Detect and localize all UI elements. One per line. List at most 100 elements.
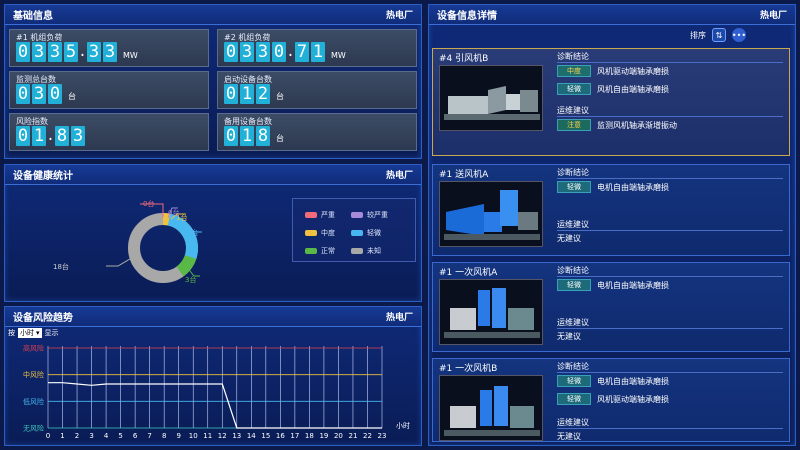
x-tick-label: 20 <box>334 432 343 440</box>
digit: 3 <box>256 42 270 62</box>
advice-title: 运维建议 <box>557 220 589 229</box>
digit: 8 <box>256 126 270 146</box>
donut-segment-medium <box>162 212 171 226</box>
device-card[interactable]: #1 一次风机A 诊断结论 轻微 电机自由端轴承磨损 运维建议 无建议 <box>432 262 790 352</box>
section-divider <box>557 328 783 329</box>
label-severe: 0台 <box>143 199 154 208</box>
basic-info-panel: 基础信息 热电厂 #1 机组负荷 0 3 3 5. 3 3 MW #2 机组负荷 0 3 3 0. 7 1 M… <box>4 4 422 159</box>
device-card[interactable]: #4 引风机B 诊断结论 中度 风机驱动端轴承磨损 轻微 风机自由端轴承磨损 运维建议 注意监… <box>432 48 790 156</box>
x-tick-label: 18 <box>305 432 314 440</box>
digit: 0 <box>16 126 30 146</box>
x-tick-label: 22 <box>363 432 372 440</box>
x-tick-label: 14 <box>247 432 256 440</box>
device-card[interactable]: #1 送风机A 诊断结论 轻微 电机自由端轴承磨损 运维建议 无建议 <box>432 164 790 256</box>
label-normal: 3台 <box>185 275 196 284</box>
label-light: 8台 <box>187 228 198 237</box>
donut-segment-light <box>167 213 198 259</box>
x-tick-label: 6 <box>133 432 138 440</box>
x-tick-label: 1 <box>60 432 64 440</box>
diagnosis-title: 诊断结论 <box>557 168 589 177</box>
info-card: 启动设备台数 0 1 2 台 <box>217 71 417 109</box>
section-divider <box>557 178 783 179</box>
info-card: 风险指数 0 1. 8 3 <box>9 113 209 151</box>
health-header: 设备健康统计 热电厂 <box>5 165 421 185</box>
severity-badge: 中度 <box>557 65 591 77</box>
label-unknown: 18台 <box>53 262 69 271</box>
panel-title: 基础信息 <box>13 11 53 22</box>
x-axis-label: 小时 <box>396 421 410 430</box>
legend-label: 轻微 <box>367 229 381 237</box>
digit: 1 <box>240 84 254 104</box>
digit-display: 012台 <box>224 84 284 104</box>
org-label: 热电厂 <box>759 11 787 21</box>
diagnosis-row: 轻微 风机驱动端轴承磨损 <box>557 393 669 405</box>
machine-illustration <box>440 280 542 344</box>
legend-swatch <box>351 248 363 254</box>
digit: . <box>78 44 87 60</box>
diagnosis-title: 诊断结论 <box>557 362 589 371</box>
unit-label: 台 <box>68 92 76 101</box>
x-tick-label: 17 <box>290 432 299 440</box>
machine-illustration <box>440 182 542 246</box>
digit: 8 <box>55 126 69 146</box>
panel-title: 设备健康统计 <box>13 171 73 182</box>
section-divider <box>557 372 783 373</box>
digit: 0 <box>16 42 30 62</box>
more-options-icon[interactable]: ••• <box>732 28 746 42</box>
digit: 0 <box>16 84 30 104</box>
diagnosis-text: 风机自由端轴承磨损 <box>597 84 669 94</box>
x-tick-label: 3 <box>89 432 93 440</box>
diagnosis-text: 风机驱动端轴承磨损 <box>597 394 669 404</box>
digit-display: 0 3 3 0. 7 1 MW <box>224 42 346 62</box>
device-name: #1 一次风机B <box>439 364 498 374</box>
diagnosis-row: 轻微 电机自由端轴承磨损 <box>557 279 669 291</box>
device-name: #1 一次风机A <box>439 268 498 278</box>
digit-display: 018台 <box>224 126 284 146</box>
x-tick-label: 5 <box>118 432 122 440</box>
digit: 3 <box>240 42 254 62</box>
legend-label: 较严重 <box>367 211 388 219</box>
diagnosis-row: 轻微 风机自由端轴承磨损 <box>557 83 669 95</box>
y-tick-label: 高风险 <box>23 344 44 353</box>
sort-icon[interactable]: ⇅ <box>712 28 726 42</box>
diagnosis-text: 电机自由端轴承磨损 <box>597 182 669 192</box>
trend-header: 设备风险趋势 热电厂 <box>5 307 421 327</box>
label-medium: 1台 <box>176 213 187 222</box>
diagnosis-row: 中度 风机驱动端轴承磨损 <box>557 65 669 77</box>
x-tick-label: 7 <box>147 432 151 440</box>
diagnosis-text: 电机自由端轴承磨损 <box>597 376 669 386</box>
section-divider <box>557 62 783 63</box>
legend-item: 较严重 <box>351 210 388 220</box>
device-image <box>439 65 543 131</box>
severity-badge: 轻微 <box>557 181 591 193</box>
legend-item: 严重 <box>305 210 335 220</box>
basic-info-header: 基础信息 热电厂 <box>5 5 421 25</box>
device-card[interactable]: #1 一次风机B 诊断结论 轻微 电机自由端轴承磨损 轻微 风机驱动端轴承磨损 运维建议 无建… <box>432 358 790 442</box>
digit-display: 030台 <box>16 84 76 104</box>
diagnosis-text: 风机驱动端轴承磨损 <box>597 66 669 76</box>
x-tick-label: 9 <box>176 432 180 440</box>
health-legend: 严重 较严重 中度 轻微 正常 未知 <box>292 198 416 262</box>
unit-label: MW <box>331 51 346 60</box>
x-tick-label: 11 <box>203 432 212 440</box>
x-tick-label: 19 <box>319 432 328 440</box>
legend-label: 正常 <box>321 247 335 255</box>
legend-swatch <box>305 248 317 254</box>
advice-title: 运维建议 <box>557 318 589 327</box>
info-card: #2 机组负荷 0 3 3 0. 7 1 MW <box>217 29 417 67</box>
severity-badge: 轻微 <box>557 83 591 95</box>
digit: 1 <box>311 42 325 62</box>
legend-swatch <box>305 230 317 236</box>
section-divider <box>557 230 783 231</box>
advice-badge: 注意 <box>557 119 591 131</box>
info-card: 备用设备台数 0 1 8 台 <box>217 113 417 151</box>
legend-item: 中度 <box>305 228 335 238</box>
diagnosis-title: 诊断结论 <box>557 52 589 61</box>
health-donut-chart: 0台 0台 1台 8台 3台 18台 <box>53 199 202 284</box>
info-card: 监测总台数 0 3 0 台 <box>9 71 209 109</box>
digit: 3 <box>48 42 62 62</box>
digit: 0 <box>272 42 286 62</box>
digit: 2 <box>256 84 270 104</box>
digit: 1 <box>32 126 46 146</box>
digit: . <box>286 44 295 60</box>
